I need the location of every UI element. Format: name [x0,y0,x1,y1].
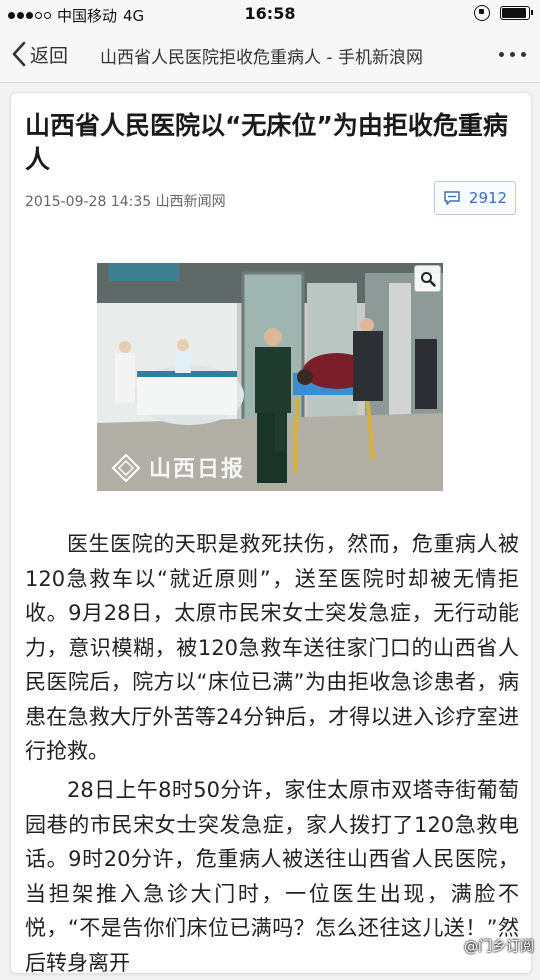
newspaper-logo-icon [111,453,141,487]
clock: 16:58 [244,4,296,23]
article-card: 山西省人民医院以“无床位”为由拒收危重病人 2015-09-28 14:35 山… [10,92,532,975]
page-title: 山西省人民医院拒收危重病人 - 手机新浪网 [100,48,423,68]
orientation-lock-icon [474,5,490,21]
article-date: 2015-09-28 14:35 [25,194,152,210]
weibo-handle: @门乡订阅 [464,939,534,955]
chevron-left-icon [12,41,26,67]
weibo-logo-icon [440,939,459,954]
back-label: 返回 [30,44,69,67]
status-icons [474,5,533,21]
photo-watermark: 山西日报 [149,456,246,482]
battery-icon [500,6,533,20]
magnifier-icon[interactable] [414,265,441,292]
article-meta: 2015-09-28 14:35 山西新闻网 [25,191,226,211]
more-dots-icon[interactable] [499,52,526,57]
back-button[interactable]: 返回 [10,40,68,68]
article-photo[interactable]: 山西日报 [97,263,443,491]
article-source[interactable]: 山西新闻网 [156,194,226,210]
status-bar: 中国移动 4G 16:58 [0,0,540,28]
comment-count-button[interactable]: 2912 [434,181,516,215]
comment-count: 2912 [468,189,508,207]
weibo-watermark: @门乡订阅 [440,936,534,956]
article-paragraph: 医生医院的天职是救死扶伤，然而，危重病人被120急救车以“就近原则”，送至医院时… [25,532,519,763]
nav-bar: 返回 山西省人民医院拒收危重病人 - 手机新浪网 [0,28,540,83]
article-title: 山西省人民医院以“无床位”为由拒收危重病人 [25,111,508,174]
comment-icon [444,191,460,205]
